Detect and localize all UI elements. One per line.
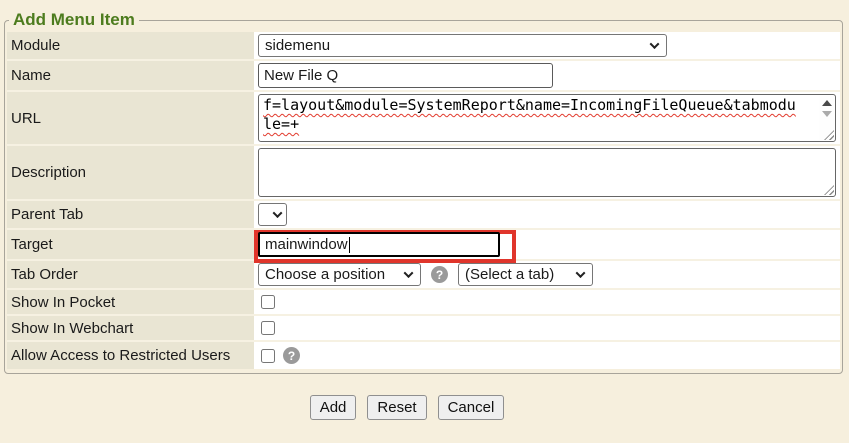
cancel-button[interactable]: Cancel — [438, 395, 505, 420]
target-input-value: mainwindow — [265, 236, 348, 253]
reset-button[interactable]: Reset — [367, 395, 426, 420]
tab-order-value-cell: Choose a position ? (Select a tab) — [254, 261, 840, 288]
show-in-webchart-value-cell — [254, 316, 840, 340]
tab-order-label: Tab Order — [7, 261, 254, 288]
form-row-name: Name New File Q — [7, 61, 840, 92]
tab-order-position-value: Choose a position — [265, 266, 385, 283]
url-textarea[interactable]: f=layout&module=SystemReport&name=Incomi… — [258, 94, 836, 142]
chevron-down-icon — [273, 208, 283, 218]
chevron-down-icon — [404, 268, 414, 278]
form-row-module: Module sidemenu — [7, 32, 840, 61]
url-textarea-value: f=layout&module=SystemReport&name=Incomi… — [263, 96, 796, 133]
resize-grip-icon[interactable] — [824, 185, 834, 195]
tab-order-tab-select[interactable]: (Select a tab) — [458, 263, 593, 286]
show-in-webchart-checkbox[interactable] — [261, 321, 275, 335]
url-label: URL — [7, 92, 254, 144]
form-row-parent-tab: Parent Tab — [7, 201, 840, 230]
module-select[interactable]: sidemenu — [258, 34, 667, 57]
allow-access-label: Allow Access to Restricted Users — [7, 342, 254, 369]
form-row-show-in-pocket: Show In Pocket — [7, 290, 840, 316]
description-textarea[interactable] — [258, 148, 836, 197]
scroll-down-icon[interactable] — [822, 111, 832, 117]
parent-tab-label: Parent Tab — [7, 201, 254, 228]
name-value-cell: New File Q — [254, 61, 840, 90]
target-input[interactable]: mainwindow — [258, 232, 500, 257]
text-cursor — [349, 237, 350, 253]
target-label: Target — [7, 230, 254, 259]
form-row-tab-order: Tab Order Choose a position ? (Select a … — [7, 261, 840, 290]
show-in-webchart-label: Show In Webchart — [7, 316, 254, 340]
allow-access-value-cell: ? — [254, 342, 840, 369]
target-value-cell: mainwindow — [254, 230, 840, 259]
show-in-pocket-label: Show In Pocket — [7, 290, 254, 314]
form-row-target: Target mainwindow — [7, 230, 840, 261]
module-select-value: sidemenu — [265, 37, 330, 54]
form-title: Add Menu Item — [9, 10, 139, 30]
help-icon[interactable]: ? — [431, 266, 448, 283]
show-in-pocket-value-cell — [254, 290, 840, 314]
show-in-pocket-checkbox[interactable] — [261, 295, 275, 309]
allow-access-checkbox[interactable] — [261, 349, 275, 363]
chevron-down-icon — [650, 39, 660, 49]
form-row-url: URL f=layout&module=SystemReport&name=In… — [7, 92, 840, 146]
tab-order-position-select[interactable]: Choose a position — [258, 263, 421, 286]
description-value-cell — [254, 146, 840, 199]
module-value-cell: sidemenu — [254, 32, 840, 59]
add-button[interactable]: Add — [310, 395, 357, 420]
form-row-show-in-webchart: Show In Webchart — [7, 316, 840, 342]
add-menu-item-form: Add Menu Item Module sidemenu Name New F… — [4, 10, 843, 374]
form-row-allow-access: Allow Access to Restricted Users ? — [7, 342, 840, 369]
name-input[interactable]: New File Q — [258, 63, 553, 88]
name-input-value: New File Q — [264, 67, 338, 84]
name-label: Name — [7, 61, 254, 90]
parent-tab-value-cell — [254, 201, 840, 228]
tab-order-tab-value: (Select a tab) — [465, 266, 554, 283]
module-label: Module — [7, 32, 254, 59]
scroll-up-icon[interactable] — [822, 100, 832, 106]
form-actions: Add Reset Cancel — [0, 395, 832, 420]
form-row-description: Description — [7, 146, 840, 201]
description-label: Description — [7, 146, 254, 199]
chevron-down-icon — [576, 268, 586, 278]
help-icon[interactable]: ? — [283, 347, 300, 364]
url-value-cell: f=layout&module=SystemReport&name=Incomi… — [254, 92, 840, 144]
parent-tab-select[interactable] — [258, 203, 287, 226]
